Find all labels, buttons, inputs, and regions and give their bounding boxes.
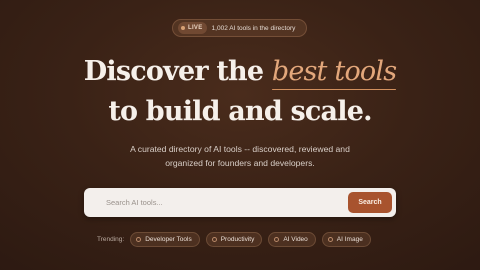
hero-accent: best tools bbox=[271, 56, 397, 90]
live-indicator: LIVE bbox=[178, 22, 207, 34]
tool-count-badge: LIVE 1,002 AI tools in the directory bbox=[172, 19, 307, 37]
image-icon bbox=[327, 237, 333, 242]
trending-chip-ai-video[interactable]: AI Video bbox=[268, 232, 316, 247]
hero-headline-line2: to build and scale. bbox=[108, 96, 372, 127]
hero-subtitle: A curated directory of AI tools -- disco… bbox=[100, 142, 380, 170]
code-icon bbox=[136, 237, 142, 242]
bolt-icon bbox=[211, 237, 217, 242]
video-icon bbox=[274, 237, 280, 242]
subtitle-line2: organized for founders and developers. bbox=[165, 158, 315, 168]
chip-label: AI Image bbox=[336, 236, 363, 243]
live-dot-icon bbox=[181, 26, 185, 30]
trending-chip-developer-tools[interactable]: Developer Tools bbox=[130, 232, 200, 247]
search-bar: Search bbox=[84, 188, 396, 217]
search-button[interactable]: Search bbox=[348, 192, 392, 213]
search-input[interactable] bbox=[106, 195, 326, 210]
trending-label: Trending: bbox=[97, 236, 125, 243]
chip-label: Developer Tools bbox=[145, 236, 192, 243]
trending-chip-productivity[interactable]: Productivity bbox=[205, 232, 263, 247]
chip-label: AI Video bbox=[283, 236, 308, 243]
chip-label: Productivity bbox=[220, 236, 255, 243]
tool-count-text: 1,002 AI tools in the directory bbox=[211, 24, 296, 32]
live-label: LIVE bbox=[188, 25, 203, 31]
subtitle-line1: A curated directory of AI tools -- disco… bbox=[130, 144, 350, 154]
trending-row: Trending: Developer Tools Productivity A… bbox=[97, 232, 377, 247]
hero-headline-line1: Discover the best tools bbox=[0, 56, 480, 90]
trending-chip-ai-image[interactable]: AI Image bbox=[321, 232, 371, 247]
hero-prefix: Discover the bbox=[83, 56, 272, 87]
